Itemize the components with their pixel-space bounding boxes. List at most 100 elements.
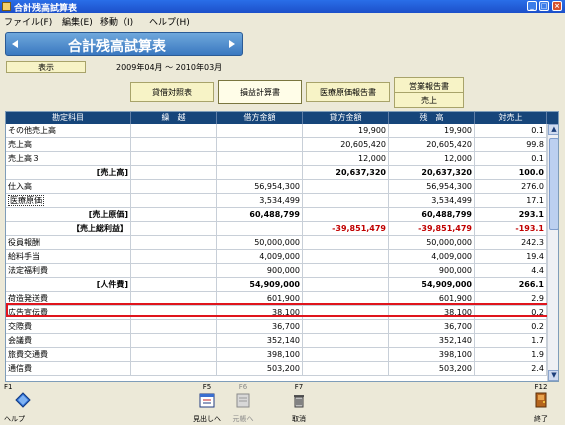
cell-account: [売上原価]	[6, 208, 131, 222]
table-row[interactable]: 給料手当 4,009,000 4,009,000 19.4	[6, 250, 547, 264]
cell-carry	[131, 250, 217, 264]
table-row[interactable]: [売上高] 20,637,320 20,637,320 100.0	[6, 166, 547, 180]
cell-credit: 19,900	[303, 124, 389, 138]
table-row[interactable]: 通信費 503,200 503,200 2.4	[6, 362, 547, 376]
trial-balance-grid[interactable]: 勘定科目 繰 越 借方金額 貸方金額 残 高 対売上 その他売上高 19,900 1…	[5, 111, 559, 382]
col-ratio[interactable]: 対売上	[475, 112, 547, 124]
table-row[interactable]: 役員報酬 50,000,000 50,000,000 242.3	[6, 236, 547, 250]
f7-label: 取消	[292, 415, 306, 423]
maximize-button[interactable]: □	[539, 1, 549, 11]
col-account[interactable]: 勘定科目	[6, 112, 131, 124]
table-row[interactable]: [売上原価] 60,488,799 60,488,799 293.1	[6, 208, 547, 222]
cell-debit: 56,954,300	[217, 180, 303, 194]
cell-carry	[131, 278, 217, 292]
cell-ratio: 4.4	[475, 264, 547, 278]
table-row[interactable]: 売上高 20,605,420 20,605,420 99.8	[6, 138, 547, 152]
table-row[interactable]: 仕入高 56,954,300 56,954,300 276.0	[6, 180, 547, 194]
cell-credit	[303, 292, 389, 306]
cell-ratio: 0.2	[475, 320, 547, 334]
menu-help[interactable]: ヘルプ(H)	[149, 15, 190, 28]
table-row[interactable]: 会議費 352,140 352,140 1.7	[6, 334, 547, 348]
minimize-button[interactable]: _	[527, 1, 537, 11]
cell-debit: 398,100	[217, 348, 303, 362]
table-row[interactable]: 【売上総利益】 -39,851,479 -39,851,479 -193.1	[6, 222, 547, 236]
cell-debit	[217, 138, 303, 152]
cell-credit	[303, 194, 389, 208]
exit-door-icon	[535, 392, 547, 408]
table-row[interactable]: 法定福利費 900,000 900,000 4.4	[6, 264, 547, 278]
cell-carry	[131, 306, 217, 320]
cell-credit	[303, 264, 389, 278]
col-balance[interactable]: 残 高	[389, 112, 475, 124]
f12-exit-button[interactable]: F12 終了	[520, 383, 562, 425]
cell-debit: 36,700	[217, 320, 303, 334]
f7-cancel-button[interactable]: F7 取消	[278, 383, 320, 425]
app-icon	[2, 2, 11, 11]
cell-ratio: 242.3	[475, 236, 547, 250]
display-button[interactable]: 表示	[6, 61, 86, 73]
cell-balance: 19,900	[389, 124, 475, 138]
cell-account: [売上高]	[6, 166, 131, 180]
cell-debit	[217, 222, 303, 236]
f6-ledger-button[interactable]: F6 元帳へ	[222, 383, 264, 425]
menu-move[interactable]: 移動（I)	[100, 15, 133, 28]
cell-carry	[131, 236, 217, 250]
col-carry[interactable]: 繰 越	[131, 112, 217, 124]
next-report-icon[interactable]	[229, 40, 235, 48]
prev-report-icon[interactable]	[12, 40, 18, 48]
table-row[interactable]: 広告宣伝費 38,100 38,100 0.2	[6, 306, 547, 320]
cell-ratio: 100.0	[475, 166, 547, 180]
cell-credit	[303, 250, 389, 264]
cell-carry	[131, 362, 217, 376]
cell-carry	[131, 152, 217, 166]
cell-debit	[217, 166, 303, 180]
cell-debit	[217, 124, 303, 138]
table-row[interactable]: 医療原価 3,534,499 3,534,499 17.1	[6, 194, 547, 208]
cell-ratio: 276.0	[475, 180, 547, 194]
f1-help-button[interactable]: F1 ヘルプ	[2, 383, 44, 425]
cell-ratio: 99.8	[475, 138, 547, 152]
col-credit[interactable]: 貸方金額	[303, 112, 389, 124]
menu-edit[interactable]: 編集(E)	[62, 15, 93, 28]
cell-balance: 3,534,499	[389, 194, 475, 208]
menu-file[interactable]: ファイル(F)	[4, 15, 52, 28]
cell-credit	[303, 348, 389, 362]
scroll-down-icon[interactable]: ▼	[548, 370, 558, 381]
scroll-up-icon[interactable]: ▲	[548, 124, 558, 135]
cell-account: 旅費交通費	[6, 348, 131, 362]
col-debit[interactable]: 借方金額	[217, 112, 303, 124]
tab-sales-label[interactable]: 売上	[395, 94, 463, 107]
cell-carry	[131, 208, 217, 222]
table-row[interactable]: 荷造発送費 601,900 601,900 2.9	[6, 292, 547, 306]
cell-credit: 20,605,420	[303, 138, 389, 152]
tab-balance-sheet[interactable]: 貸借対照表	[130, 82, 214, 102]
vertical-scrollbar[interactable]: ▲ ▼	[547, 124, 558, 381]
table-row[interactable]: [人件費] 54,909,000 54,909,000 266.1	[6, 278, 547, 292]
cell-carry	[131, 180, 217, 194]
cell-credit	[303, 180, 389, 194]
scroll-thumb[interactable]	[549, 138, 558, 230]
cell-account: 荷造発送費	[6, 292, 131, 306]
function-key-bar: F1 ヘルプ F5 見出しへ F6 元帳へ F7 取消 F12 終了	[0, 383, 565, 425]
cell-balance: 60,488,799	[389, 208, 475, 222]
cell-ratio: 0.1	[475, 124, 547, 138]
tab-medical-cost-report[interactable]: 医療原価報告書	[306, 82, 390, 102]
cell-account: 会議費	[6, 334, 131, 348]
cell-debit: 50,000,000	[217, 236, 303, 250]
tab-business-report[interactable]: 営業報告書 売上	[394, 77, 464, 108]
cell-balance: 20,637,320	[389, 166, 475, 180]
table-row[interactable]: 交際費 36,700 36,700 0.2	[6, 320, 547, 334]
table-row[interactable]: 旅費交通費 398,100 398,100 1.9	[6, 348, 547, 362]
heading-calendar-icon	[199, 393, 215, 408]
close-button[interactable]: ×	[552, 1, 562, 11]
cell-balance: 601,900	[389, 292, 475, 306]
cell-account: 売上高	[6, 138, 131, 152]
tab-income-statement[interactable]: 損益計算書	[218, 80, 302, 104]
cell-ratio: 293.1	[475, 208, 547, 222]
table-row[interactable]: 売上高３ 12,000 12,000 0.1	[6, 152, 547, 166]
menu-bar: ファイル(F) 編集(E) 移動（I) ヘルプ(H)	[0, 13, 565, 29]
table-row[interactable]: その他売上高 19,900 19,900 0.1	[6, 124, 547, 138]
cell-credit	[303, 208, 389, 222]
f12-label: 終了	[534, 415, 548, 423]
cell-carry	[131, 264, 217, 278]
